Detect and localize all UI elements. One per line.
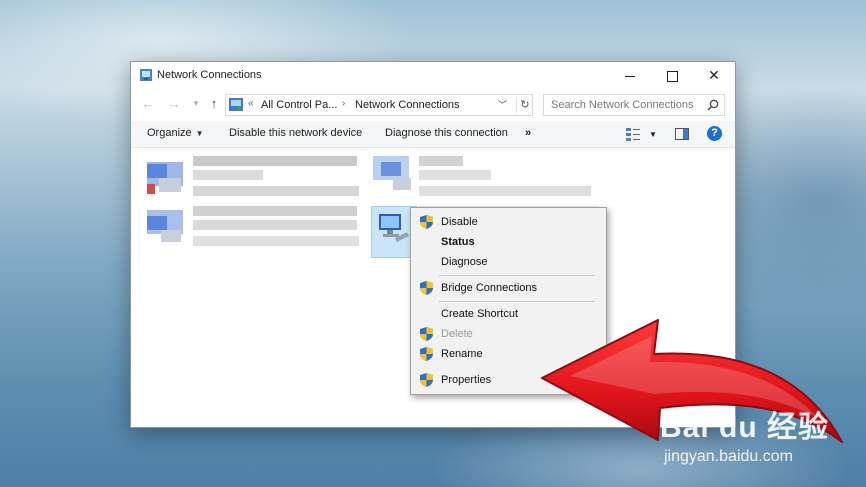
organize-dropdown-icon: ▼	[195, 129, 204, 138]
context-menu-label: Status	[441, 236, 475, 248]
minimize-icon	[625, 75, 635, 77]
context-menu-label: Diagnose	[441, 256, 488, 268]
search-placeholder: Search Network Connections	[551, 99, 694, 111]
shield-icon	[420, 281, 433, 295]
search-icon[interactable]	[706, 98, 720, 112]
minimize-button[interactable]	[609, 62, 651, 90]
network-folder-icon	[140, 69, 152, 81]
context-menu-separator	[439, 275, 595, 276]
context-menu-separator	[439, 301, 595, 302]
shield-icon	[420, 373, 433, 387]
shield-icon	[420, 215, 433, 229]
help-icon[interactable]: ?	[707, 126, 722, 141]
window-title: Network Connections	[157, 69, 262, 81]
close-button[interactable]: ✕	[693, 62, 735, 90]
context-menu-label: Properties	[441, 374, 492, 386]
diagnose-connection-button[interactable]: Diagnose this connection	[385, 127, 508, 139]
preview-pane-icon[interactable]	[674, 126, 690, 142]
baidu-jingyan-watermark: Bai du 经验 jingyan.baidu.com	[660, 396, 860, 476]
title-bar[interactable]: Network Connections ✕	[131, 62, 735, 90]
shield-icon	[420, 327, 433, 341]
breadcrumb-all-control-panel[interactable]: All Control Pa...	[261, 99, 337, 111]
more-commands-chevron-icon[interactable]: »	[525, 127, 531, 139]
disable-device-button[interactable]: Disable this network device	[229, 127, 362, 139]
watermark-url: jingyan.baidu.com	[664, 448, 793, 465]
command-bar: Organize ▼ Disable this network device Di…	[131, 121, 735, 148]
forward-arrow-icon[interactable]: →	[165, 95, 183, 113]
context-menu-label: Disable	[441, 216, 478, 228]
maximize-icon	[666, 70, 678, 82]
address-dropdown-chevron-icon[interactable]: ﹀	[498, 98, 507, 111]
organize-button[interactable]: Organize ▼	[147, 127, 204, 139]
back-arrow-icon[interactable]: ←	[139, 95, 157, 113]
up-arrow-icon[interactable]: ↑	[205, 95, 223, 113]
address-bar[interactable]: « All Control Pa... › Network Connection…	[225, 94, 533, 116]
context-menu-item-disable[interactable]: Disable	[411, 212, 606, 232]
change-view-icon[interactable]	[625, 126, 641, 142]
view-options-dropdown-icon[interactable]: ▼	[649, 130, 657, 139]
shield-icon	[420, 347, 433, 361]
breadcrumb-overflow-icon[interactable]: «	[248, 98, 254, 109]
control-panel-icon	[229, 98, 243, 111]
context-menu-label: Delete	[441, 328, 473, 340]
maximize-button[interactable]	[651, 62, 693, 90]
context-menu-label: Rename	[441, 348, 483, 360]
context-menu-item-status[interactable]: Status	[411, 232, 606, 252]
recent-locations-chevron-icon[interactable]: ▼	[187, 95, 205, 113]
context-menu-item-bridge-connections[interactable]: Bridge Connections	[411, 278, 606, 298]
navigation-bar: ← → ▼ ↑ « All Control Pa... › Network Co…	[131, 91, 735, 119]
context-menu-label: Bridge Connections	[441, 282, 538, 294]
context-menu-label: Create Shortcut	[441, 308, 519, 320]
breadcrumb-network-connections[interactable]: Network Connections	[355, 99, 460, 111]
refresh-icon[interactable]: ↻	[516, 97, 533, 113]
context-menu-item-diagnose[interactable]: Diagnose	[411, 252, 606, 272]
watermark-logo: Bai du 经验	[660, 411, 830, 444]
search-input[interactable]: Search Network Connections	[543, 94, 725, 116]
organize-label: Organize	[147, 127, 192, 139]
close-icon: ✕	[708, 67, 720, 83]
network-adapter-icon	[379, 214, 409, 242]
breadcrumb-separator-icon[interactable]: ›	[342, 98, 345, 109]
